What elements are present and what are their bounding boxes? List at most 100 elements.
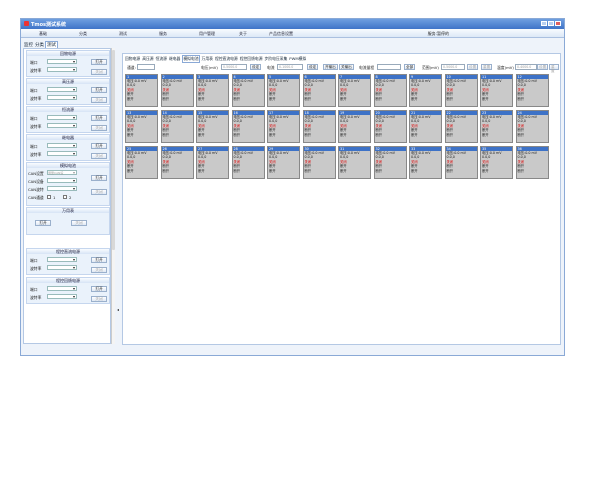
battery-cell[interactable]: 1 电压:0.0 mV 0.0,0 关闭 断开 断开 [125, 74, 158, 107]
set-current-button[interactable]: 设定 [307, 64, 319, 70]
battery-cell[interactable]: 29 电压:0.0 mV 0.0,0 关闭 断开 断开 [267, 146, 300, 179]
channel-1-checkbox[interactable] [47, 195, 51, 199]
port-combo[interactable] [47, 59, 77, 64]
battery-cell[interactable]: 15 电压:0.0 mV 0.0,0 关闭 断开 断开 [196, 110, 229, 143]
open-button[interactable]: 打开 [35, 220, 51, 226]
battery-cell[interactable]: 30 电压:0.0 mV 0.0,0 关闭 断开 断开 [302, 146, 336, 179]
open-button[interactable]: 打开 [91, 175, 107, 181]
open-button[interactable]: 打开 [91, 286, 107, 292]
all-button[interactable]: 全部 [404, 64, 416, 70]
battery-cell[interactable]: 24 电压:0.0 mV 0.0,0 关闭 断开 断开 [515, 110, 549, 143]
port-combo[interactable] [47, 286, 77, 291]
menu-test[interactable]: 测试 [119, 31, 127, 37]
menu-category[interactable]: 分类 [79, 31, 87, 37]
battery-cell[interactable]: 36 电压:0.0 mV 0.0,0 关闭 断开 断开 [515, 146, 549, 179]
battery-cell[interactable]: 34 电压:0.0 mV 0.0,0 关闭 断开 断开 [444, 146, 478, 179]
battery-cell[interactable]: 14 电压:0.0 mV 0.0,0 关闭 断开 断开 [160, 110, 194, 143]
collapse-arrow-icon[interactable]: ◂ [117, 307, 119, 312]
close-button[interactable]: 关闭 [91, 296, 107, 302]
battery-cell[interactable]: 3 电压:0.0 mV 0.0,0 关闭 断开 断开 [196, 74, 229, 107]
menu-about[interactable]: 关于 [239, 31, 247, 37]
open-button[interactable]: 打开 [91, 257, 107, 263]
open-button[interactable]: 打开 [91, 143, 107, 149]
tab-constant-current[interactable]: 恒流源 [156, 56, 167, 62]
battery-cell[interactable]: 25 电压:0.0 mV 0.0,0 关闭 断开 断开 [125, 146, 158, 179]
range-combo[interactable] [377, 64, 401, 70]
battery-cell[interactable]: 35 电压:0.0 mV 0.0,0 关闭 断开 断开 [480, 146, 513, 179]
voltage-input[interactable]: 0-5000.0 [221, 64, 247, 70]
channel-input[interactable] [137, 64, 155, 70]
reset-temp-button[interactable]: 重置 [549, 64, 559, 73]
channel-2-checkbox[interactable] [63, 195, 67, 199]
tab-multimeter[interactable]: 万用表 [202, 56, 213, 62]
open-button[interactable]: 打开 [91, 87, 107, 93]
menu-product-settings[interactable]: 产品信息设置 [269, 31, 293, 37]
close-button[interactable]: 关闭 [91, 153, 107, 159]
menu-user-admin[interactable]: 用户管理 [199, 31, 215, 37]
battery-cell[interactable]: 9 电压:0.0 mV 0.0,0 关闭 断开 断开 [409, 74, 442, 107]
menu-basic[interactable]: 基础 [39, 31, 47, 37]
battery-cell[interactable]: 26 电压:0.0 mV 0.0,0 关闭 断开 断开 [160, 146, 194, 179]
close-button[interactable]: 关闭 [91, 125, 107, 131]
scroll-thumb[interactable] [112, 50, 115, 250]
menu-service[interactable]: 服务 [159, 31, 167, 37]
battery-cell[interactable]: 5 电压:0.0 mV 0.0,0 关闭 断开 断开 [267, 74, 300, 107]
port-combo[interactable] [47, 257, 77, 262]
range2-input[interactable]: 0-5000.0 [441, 64, 465, 70]
close-button[interactable]: 关闭 [91, 189, 107, 195]
maximize-button[interactable] [548, 21, 554, 26]
battery-cell[interactable]: 23 电压:0.0 mV 0.0,0 关闭 断开 断开 [480, 110, 513, 143]
tab-feedback-supply[interactable]: 程控回馈电源 [240, 56, 263, 62]
baud-combo[interactable] [47, 151, 77, 156]
set-temp-button[interactable]: 设置 [537, 64, 549, 70]
port-combo[interactable] [47, 87, 77, 92]
reset-range-button[interactable]: 重置 [481, 64, 493, 70]
port-combo[interactable] [47, 115, 77, 120]
baud-combo[interactable] [47, 123, 77, 128]
can-device-combo[interactable] [47, 178, 77, 183]
battery-cell[interactable]: 33 电压:0.0 mV 0.0,0 关闭 断开 断开 [409, 146, 442, 179]
battery-cell[interactable]: 31 电压:0.0 mV 0.0,0 关闭 断开 断开 [338, 146, 371, 179]
battery-cell[interactable]: 20 电压:0.0 mV 0.0,0 关闭 断开 断开 [373, 110, 407, 143]
tab-step-voltage[interactable]: 步阶电压采集 [265, 56, 288, 62]
battery-cell[interactable]: 8 电压:0.0 mV 0.0,0 关闭 断开 断开 [373, 74, 407, 107]
tab-power[interactable]: 回物电源 [125, 56, 140, 62]
baud-combo[interactable] [47, 265, 77, 270]
battery-cell[interactable]: 6 电压:0.0 mV 0.0,0 关闭 断开 断开 [302, 74, 336, 107]
minimize-button[interactable] [541, 21, 547, 26]
close-button[interactable]: 关闭 [91, 267, 107, 273]
baud-combo[interactable] [47, 294, 77, 299]
battery-cell[interactable]: 10 电压:0.0 mV 0.0,0 关闭 断开 断开 [444, 74, 478, 107]
temp-input[interactable]: 0-4000.0 [515, 64, 537, 70]
battery-cell[interactable]: 17 电压:0.0 mV 0.0,0 关闭 断开 断开 [267, 110, 300, 143]
battery-cell[interactable]: 32 电压:0.0 mV 0.0,0 关闭 断开 断开 [373, 146, 407, 179]
battery-cell[interactable]: 7 电压:0.0 mV 0.0,0 关闭 断开 断开 [338, 74, 371, 107]
battery-cell[interactable]: 4 电压:0.0 mV 0.0,0 关闭 断开 断开 [231, 74, 265, 107]
battery-cell[interactable]: 19 电压:0.0 mV 0.0,0 关闭 断开 断开 [338, 110, 371, 143]
close-button[interactable] [555, 21, 561, 26]
can-setting-combo[interactable]: 测量CAN设 [47, 170, 77, 175]
close-button[interactable]: 关闭 [91, 69, 107, 75]
tab-pwm[interactable]: PWM模拟 [289, 56, 306, 62]
battery-cell[interactable]: 21 电压:0.0 mV 0.0,0 关闭 断开 断开 [409, 110, 442, 143]
close-button[interactable]: 关闭 [91, 97, 107, 103]
battery-cell[interactable]: 18 电压:0.0 mV 0.0,0 关闭 断开 断开 [302, 110, 336, 143]
battery-cell[interactable]: 22 电压:0.0 mV 0.0,0 关闭 断开 断开 [444, 110, 478, 143]
tab-test[interactable]: 测试 [45, 41, 58, 48]
battery-cell[interactable]: 2 电压:0.0 mV 0.0,0 关闭 断开 断开 [160, 74, 194, 107]
battery-cell[interactable]: 27 电压:0.0 mV 0.0,0 关闭 断开 断开 [196, 146, 229, 179]
battery-cell[interactable]: 11 电压:0.0 mV 0.0,0 关闭 断开 断开 [480, 74, 513, 107]
can-baud-combo[interactable] [47, 186, 77, 191]
battery-cell[interactable]: 28 电压:0.0 mV 0.0,0 关闭 断开 断开 [231, 146, 265, 179]
set-voltage-button[interactable]: 设定 [250, 64, 262, 70]
left-scrollbar[interactable] [111, 48, 115, 344]
baud-combo[interactable] [47, 67, 77, 72]
battery-cell[interactable]: 16 电压:0.0 mV 0.0,0 关闭 断开 断开 [231, 110, 265, 143]
current-input[interactable]: 0-1000.0 [277, 64, 303, 70]
open-button[interactable]: 打开 [91, 115, 107, 121]
set-range-button[interactable]: 设置 [467, 64, 479, 70]
baud-combo[interactable] [47, 95, 77, 100]
battery-cell[interactable]: 13 电压:0.0 mV 0.0,0 关闭 断开 断开 [125, 110, 158, 143]
tab-relay[interactable]: 继电器 [169, 56, 180, 62]
tab-high-voltage[interactable]: 高压源 [142, 56, 153, 62]
